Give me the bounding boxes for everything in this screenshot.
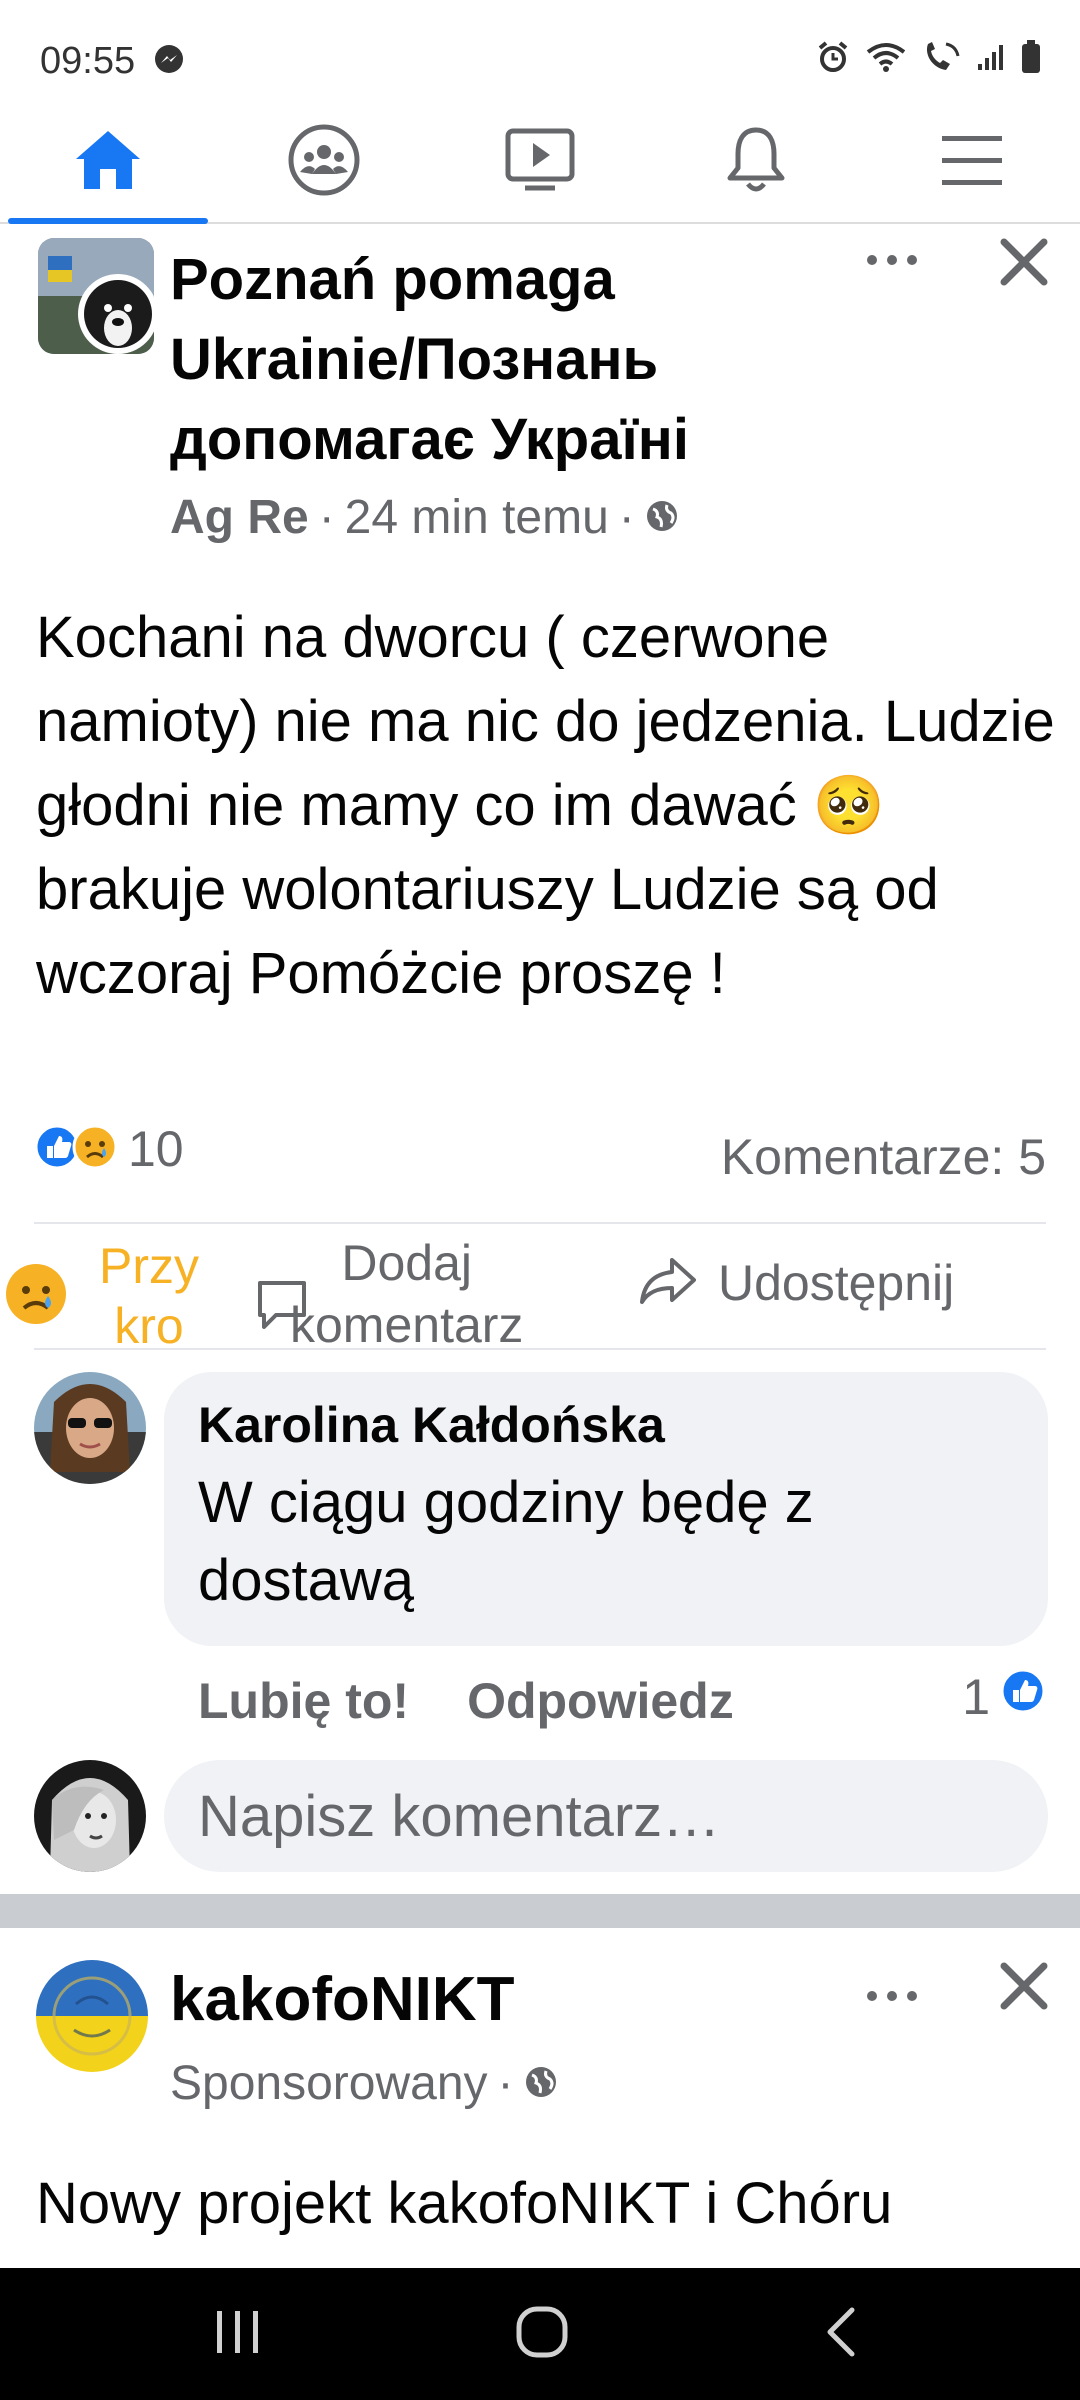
commenter-avatar[interactable] xyxy=(34,1372,146,1484)
divider xyxy=(34,1222,1046,1224)
comment-like-button[interactable]: Lubię to! xyxy=(198,1672,409,1730)
home-circle-icon xyxy=(514,2304,570,2365)
add-comment-label-line1: Dodaj xyxy=(341,1235,473,1291)
wifi-call-icon xyxy=(922,40,962,79)
share-button[interactable]: Udostępnij xyxy=(640,1254,954,1312)
comment-text: W ciągu godziny będę z dostawą xyxy=(198,1470,814,1613)
status-bar: 09:55 xyxy=(0,0,1080,100)
sponsored-meta: Sponsorowany · xyxy=(170,2056,558,2111)
active-tab-indicator xyxy=(8,218,208,224)
sad-emoji-icon xyxy=(4,1262,68,1331)
share-icon xyxy=(640,1256,696,1311)
alarm-icon xyxy=(816,40,850,79)
reaction-label-line1: Przy xyxy=(99,1238,199,1294)
top-navigation xyxy=(0,100,1080,224)
globe-icon xyxy=(645,490,679,545)
sad-reaction-icon xyxy=(72,1124,118,1175)
like-reaction-icon xyxy=(1000,1668,1046,1726)
hamburger-icon xyxy=(940,132,1004,193)
back-button[interactable] xyxy=(802,2298,882,2370)
my-avatar xyxy=(34,1760,146,1872)
post-time[interactable]: 24 min temu xyxy=(345,490,609,545)
comment-input-placeholder: Napisz komentarz… xyxy=(198,1783,721,1849)
recent-apps-button[interactable] xyxy=(198,2298,278,2370)
comments-count[interactable]: Komentarze: 5 xyxy=(721,1128,1046,1186)
comment-author[interactable]: Karolina Kałdońska xyxy=(198,1396,1014,1454)
divider xyxy=(34,1348,1046,1350)
comment-like-count[interactable]: 1 xyxy=(962,1668,1046,1726)
tab-notifications[interactable] xyxy=(656,100,856,224)
add-comment-button[interactable]: Dodaj komentarz xyxy=(254,1232,523,1356)
home-icon xyxy=(74,129,142,196)
comment-like-count-value: 1 xyxy=(962,1669,990,1725)
more-options-icon[interactable] xyxy=(862,1976,922,2016)
comment-bubble[interactable]: Karolina Kałdońska W ciągu godziny będę … xyxy=(164,1372,1048,1646)
group-avatar[interactable] xyxy=(38,238,154,354)
page-name[interactable]: kakofoNIKT xyxy=(170,1964,514,2035)
messenger-icon xyxy=(154,44,184,79)
page-avatar[interactable] xyxy=(36,1960,148,2072)
recent-apps-icon xyxy=(213,2309,263,2360)
back-icon xyxy=(822,2306,862,2363)
home-button[interactable] xyxy=(502,2298,582,2370)
meta-separator-2: · xyxy=(618,491,635,544)
share-label: Udostępnij xyxy=(718,1255,955,1311)
reaction-label-line2: kro xyxy=(114,1298,184,1354)
close-icon[interactable] xyxy=(998,236,1050,288)
group-name[interactable]: Poznań pomaga Ukrainie/Познань допомагає… xyxy=(170,240,810,480)
tab-watch[interactable] xyxy=(440,100,640,224)
bell-icon xyxy=(724,126,788,199)
status-icons xyxy=(816,40,1042,79)
comment-reply-button[interactable]: Odpowiedz xyxy=(467,1672,734,1730)
sponsored-post-text: Nowy projekt kakofoNIKT i Chóru xyxy=(36,2171,893,2236)
more-options-icon[interactable] xyxy=(862,240,922,280)
battery-icon xyxy=(1020,40,1042,79)
status-time: 09:55 xyxy=(40,40,136,82)
groups-icon xyxy=(288,124,360,201)
reaction-button[interactable]: Przy kro xyxy=(4,1236,214,1356)
reaction-label: Przy kro xyxy=(84,1236,214,1356)
meta-separator: · xyxy=(497,2057,514,2110)
post-text: Kochani na dworcu ( czerwone namioty) ni… xyxy=(36,605,1055,1006)
sponsored-label[interactable]: Sponsorowany xyxy=(170,2056,488,2111)
tab-home[interactable] xyxy=(8,100,208,224)
reaction-count: 10 xyxy=(128,1121,184,1177)
reactions-summary[interactable]: 10 xyxy=(34,1120,184,1178)
comment-actions: Lubię to! Odpowiedz xyxy=(198,1672,734,1730)
meta-separator: · xyxy=(318,491,335,544)
video-icon xyxy=(505,128,575,197)
tab-groups[interactable] xyxy=(224,100,424,224)
add-comment-label-line2: komentarz xyxy=(290,1297,524,1353)
close-icon[interactable] xyxy=(998,1960,1050,2012)
system-navigation-bar xyxy=(0,2268,1080,2400)
post-author[interactable]: Ag Re xyxy=(170,490,309,545)
signal-icon xyxy=(976,42,1006,77)
post-meta: Ag Re · 24 min temu · xyxy=(170,490,679,545)
feed-separator xyxy=(0,1894,1080,1928)
globe-icon xyxy=(524,2056,558,2111)
wifi-icon xyxy=(864,40,908,79)
tab-menu[interactable] xyxy=(872,100,1072,224)
add-comment-label: Dodaj komentarz xyxy=(290,1232,523,1356)
comment-input[interactable]: Napisz komentarz… xyxy=(164,1760,1048,1872)
